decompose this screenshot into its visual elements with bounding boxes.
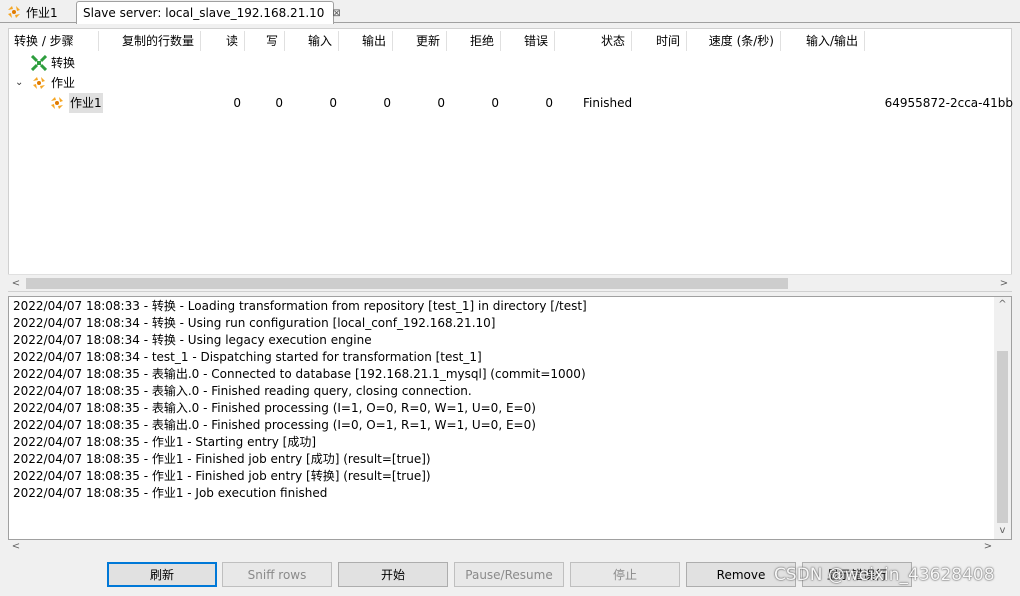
scroll-left-icon[interactable]: < <box>8 275 24 292</box>
scroll-thumb[interactable] <box>26 278 788 289</box>
log-horizontal-scrollbar[interactable]: < > <box>8 540 1012 554</box>
header-speed[interactable]: 速度 (条/秒) <box>687 31 781 51</box>
scroll-left-icon[interactable]: < <box>8 540 24 554</box>
table-row[interactable]: 作业1 0 0 0 0 0 0 0 Finished 64955872-2cca… <box>9 93 1013 113</box>
grid-horizontal-scrollbar[interactable]: < > <box>8 274 1012 291</box>
tree-row-transformations[interactable]: 转换 <box>9 53 1011 73</box>
log-line: 2022/04/07 18:08:34 - 转换 - Using run con… <box>13 316 496 330</box>
log-line: 2022/04/07 18:08:35 - 表输入.0 - Finished r… <box>13 384 472 398</box>
cell-id: 64955872-2cca-41bb <box>884 96 1013 110</box>
log-line: 2022/04/07 18:08:34 - 转换 - Using legacy … <box>13 333 372 347</box>
log-line: 2022/04/07 18:08:35 - 作业1 - Starting ent… <box>13 435 317 449</box>
log-line: 2022/04/07 18:08:35 - 表输出.0 - Connected … <box>13 367 586 381</box>
pause-resume-button[interactable]: Pause/Resume <box>454 562 564 587</box>
log-line: 2022/04/07 18:08:34 - test_1 - Dispatchi… <box>13 350 482 364</box>
scroll-up-icon[interactable]: ^ <box>994 297 1011 313</box>
grid-header: 转换 / 步骤 复制的行数量 读 写 输入 输出 更新 拒绝 错误 状态 时间 … <box>9 29 1011 53</box>
watermark: CSDN @weixin_43628408 <box>774 565 995 585</box>
tab-job1[interactable]: 作业1 <box>0 1 76 23</box>
job-icon <box>51 97 63 109</box>
tree-label: 转换 <box>51 56 76 70</box>
cell-read: 0 <box>233 96 241 110</box>
tab-slave-server[interactable]: Slave server: local_slave_192.168.21.10 … <box>76 1 341 24</box>
cell-update: 0 <box>437 96 445 110</box>
log-lines: 2022/04/07 18:08:33 - 转换 - Loading trans… <box>13 298 991 502</box>
tab-label: Slave server: local_slave_192.168.21.10 <box>83 6 325 20</box>
cell-reject: 0 <box>491 96 499 110</box>
close-icon[interactable]: ⊠ <box>332 8 340 19</box>
job-icon <box>33 77 45 89</box>
cell-write: 0 <box>275 96 283 110</box>
tree-row-jobs[interactable]: ⌄ 作业 <box>9 73 1011 93</box>
header-reject[interactable]: 拒绝 <box>447 31 501 51</box>
log-line: 2022/04/07 18:08:35 - 表输出.0 - Finished p… <box>13 418 536 432</box>
cell-status: Finished <box>583 96 633 110</box>
tab-label: 作业1 <box>26 5 58 20</box>
sniff-rows-button[interactable]: Sniff rows <box>222 562 332 587</box>
step-metrics-grid: 转换 / 步骤 复制的行数量 读 写 输入 输出 更新 拒绝 错误 状态 时间 … <box>8 28 1013 292</box>
refresh-button[interactable]: 刷新 <box>107 562 217 587</box>
log-line: 2022/04/07 18:08:35 - 作业1 - Finished job… <box>13 452 431 466</box>
header-error[interactable]: 错误 <box>501 31 555 51</box>
header-output[interactable]: 输出 <box>339 31 393 51</box>
scroll-thumb[interactable] <box>997 351 1008 523</box>
header-input[interactable]: 输入 <box>285 31 339 51</box>
log-line: 2022/04/07 18:08:33 - 转换 - Loading trans… <box>13 299 587 313</box>
header-write[interactable]: 写 <box>245 31 285 51</box>
cell-error: 0 <box>545 96 553 110</box>
cell-input: 0 <box>329 96 337 110</box>
cell-output: 0 <box>383 96 391 110</box>
log-panel[interactable]: 2022/04/07 18:08:33 - 转换 - Loading trans… <box>8 296 1012 540</box>
transformation-icon <box>31 55 47 71</box>
job-icon <box>8 6 20 18</box>
header-time[interactable]: 时间 <box>632 31 687 51</box>
scroll-right-icon[interactable]: > <box>980 540 996 554</box>
start-button[interactable]: 开始 <box>338 562 448 587</box>
job-name: 作业1 <box>69 93 103 113</box>
tree-label: 作业 <box>51 76 76 90</box>
scroll-down-icon[interactable]: v <box>994 523 1011 539</box>
header-status[interactable]: 状态 <box>555 31 632 51</box>
header-steps[interactable]: 转换 / 步骤 <box>9 31 99 51</box>
chevron-down-icon[interactable]: ⌄ <box>15 73 23 93</box>
header-update[interactable]: 更新 <box>393 31 447 51</box>
log-line: 2022/04/07 18:08:35 - 作业1 - Finished job… <box>13 469 431 483</box>
tab-bar: 作业1 Slave server: local_slave_192.168.21… <box>0 0 1020 24</box>
header-copies[interactable]: 复制的行数量 <box>99 31 201 51</box>
header-io[interactable]: 输入/输出 <box>781 31 865 51</box>
log-line: 2022/04/07 18:08:35 - 表输入.0 - Finished p… <box>13 401 536 415</box>
scroll-right-icon[interactable]: > <box>996 275 1012 292</box>
header-read[interactable]: 读 <box>201 31 245 51</box>
log-line: 2022/04/07 18:08:35 - 作业1 - Job executio… <box>13 486 328 500</box>
stop-button[interactable]: 停止 <box>570 562 680 587</box>
log-vertical-scrollbar[interactable]: ^ v <box>994 297 1011 539</box>
